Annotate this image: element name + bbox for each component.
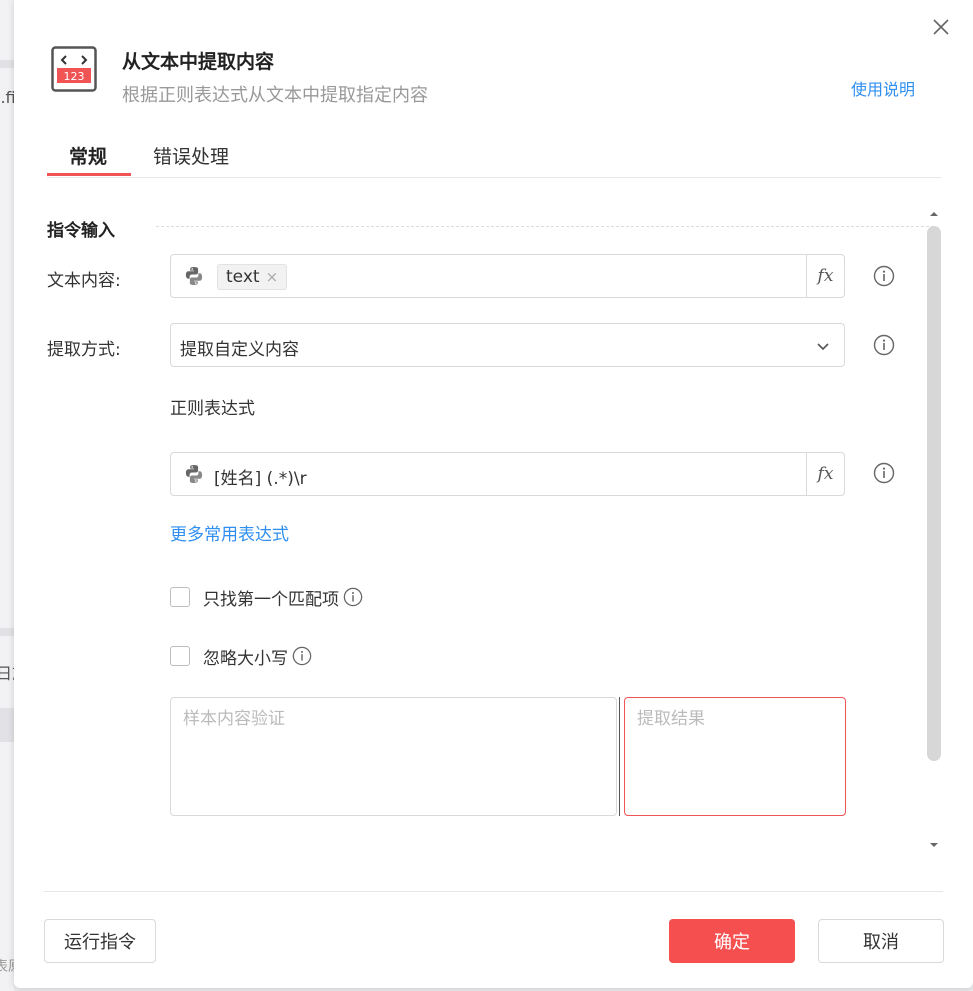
regex-label: 正则表达式 (170, 399, 255, 419)
extract-method-select[interactable]: 提取自定义内容 (170, 323, 845, 367)
active-tab-indicator (47, 173, 131, 176)
ignore-case-label: 忽略大小写 (203, 648, 288, 669)
text-content-label: 文本内容: (47, 271, 121, 291)
chevron-down-icon (816, 338, 830, 352)
background-text-fragment: 表原 (0, 959, 14, 975)
cancel-button[interactable]: 取消 (818, 919, 944, 963)
info-icon[interactable] (873, 462, 895, 484)
run-command-button[interactable]: 运行指令 (44, 919, 156, 963)
scroll-down-arrow-icon[interactable] (929, 841, 939, 849)
background-window: l.fi 日志 表原 (0, 0, 14, 991)
scroll-thumb[interactable] (927, 226, 941, 761)
fx-button[interactable]: fx (806, 255, 844, 297)
extract-content-dialog: 123 从文本中提取内容 根据正则表达式从文本中提取指定内容 使用说明 常规 错… (14, 0, 973, 988)
python-icon (184, 266, 204, 286)
tab-general[interactable]: 常规 (69, 142, 107, 169)
scroll-up-arrow-icon[interactable] (929, 210, 939, 218)
background-bar (0, 708, 14, 742)
fx-button[interactable]: fx (806, 453, 844, 495)
close-icon[interactable] (930, 16, 952, 38)
section-divider (156, 226, 934, 227)
background-text-fragment: l.fi (0, 88, 14, 107)
python-icon (184, 464, 204, 484)
info-icon[interactable] (873, 334, 895, 356)
tab-error-handling[interactable]: 错误处理 (153, 142, 229, 169)
info-icon[interactable] (292, 646, 312, 666)
extract-method-value: 提取自定义内容 (180, 340, 299, 360)
tab-bar: 常规 错误处理 (47, 128, 941, 178)
tag-close-icon[interactable]: × (266, 268, 279, 286)
footer-divider (44, 891, 943, 892)
first-match-checkbox[interactable] (170, 587, 190, 607)
resize-divider[interactable] (619, 697, 620, 816)
confirm-button[interactable]: 确定 (669, 919, 795, 963)
section-title: 指令输入 (47, 221, 115, 241)
info-icon[interactable] (873, 265, 895, 287)
regex-input[interactable]: [姓名] (.*)\r fx (170, 452, 845, 496)
extract-method-label: 提取方式: (47, 340, 121, 360)
scrollbar[interactable] (926, 204, 941, 856)
variable-tag: text × (217, 264, 288, 290)
sample-text-area[interactable]: 样本内容验证 (170, 697, 617, 816)
first-match-option: 只找第一个匹配项 (170, 585, 363, 610)
regex-value: [姓名] (.*)\r (214, 469, 307, 489)
code-extract-icon: 123 (51, 46, 97, 92)
background-text-fragment: 日志 (0, 664, 14, 683)
header-icon-text: 123 (64, 70, 85, 83)
ignore-case-checkbox[interactable] (170, 646, 190, 666)
more-regex-link[interactable]: 更多常用表达式 (170, 520, 289, 545)
first-match-label: 只找第一个匹配项 (203, 589, 339, 610)
dialog-subtitle: 根据正则表达式从文本中提取指定内容 (122, 85, 428, 106)
variable-tag-label: text (226, 267, 260, 287)
background-bar (0, 628, 14, 636)
ignore-case-option: 忽略大小写 (170, 644, 312, 669)
background-bar (0, 60, 14, 68)
info-icon[interactable] (343, 587, 363, 607)
result-text-area[interactable]: 提取结果 (624, 697, 846, 816)
dialog-title: 从文本中提取内容 (122, 51, 275, 73)
text-content-input[interactable]: text × fx (170, 254, 845, 298)
help-link[interactable]: 使用说明 (851, 76, 915, 100)
